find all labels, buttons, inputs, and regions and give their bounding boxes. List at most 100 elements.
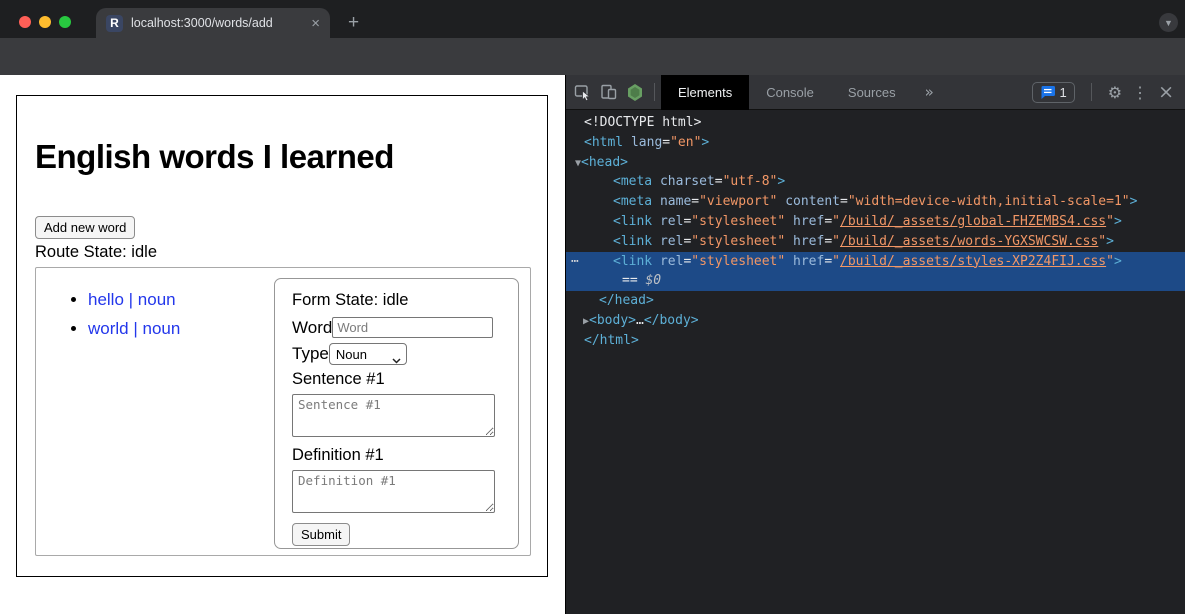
devtools-code-line[interactable]: <link rel="stylesheet" href="/build/_ass… — [566, 232, 1185, 252]
code-token: /build/_assets/styles-XP2Z4FIJ.css — [840, 254, 1106, 269]
new-tab-button[interactable]: + — [348, 12, 359, 34]
devtools-code-line[interactable]: ⋯<link rel="stylesheet" href="/build/_as… — [566, 252, 1185, 272]
inspect-element-icon[interactable] — [570, 79, 596, 105]
code-token: rel — [660, 254, 683, 269]
code-token: <meta — [613, 174, 652, 189]
devtools-code-line[interactable]: </html> — [566, 331, 1185, 351]
code-token: "utf-8" — [723, 174, 778, 189]
code-token: = — [824, 254, 832, 269]
code-token: "viewport" — [699, 194, 777, 209]
add-word-form: Form State: idle Word Type Noun Sentence… — [274, 278, 519, 549]
code-token: <link — [613, 234, 652, 249]
devtools-code-line[interactable]: ▶<body>…</body> — [566, 311, 1185, 331]
code-token: $0 — [645, 273, 661, 288]
devtools-tab-elements[interactable]: Elements — [661, 75, 749, 110]
code-token: lang — [631, 135, 662, 150]
browser-toolbar: ← → ↻ i localhost:3000/words/add ☆ Incog… — [0, 38, 1185, 75]
code-token — [785, 214, 793, 229]
extension-hexagon-icon[interactable] — [622, 79, 648, 105]
devtools-tab-console[interactable]: Console — [749, 75, 831, 110]
macos-close-button[interactable] — [19, 16, 31, 28]
more-tabs-icon[interactable]: » — [913, 83, 946, 101]
submit-button[interactable]: Submit — [292, 523, 350, 546]
word-field-label: Word — [292, 318, 332, 338]
type-field-label: Type — [292, 344, 329, 364]
web-page: English words I learned Add new word Rou… — [0, 75, 565, 614]
code-token: <head> — [581, 155, 628, 170]
issues-chat-icon — [1040, 85, 1055, 99]
code-token: = — [691, 194, 699, 209]
code-token: " — [1106, 214, 1114, 229]
toolbar-divider — [1091, 83, 1092, 101]
code-token — [652, 234, 660, 249]
devtools-code-line[interactable]: ▼<head> — [566, 153, 1185, 173]
code-token: = — [715, 174, 723, 189]
browser-tab-strip: R localhost:3000/words/add × + ▼ — [0, 0, 1185, 38]
code-token: … — [636, 313, 644, 328]
tab-close-icon[interactable]: × — [311, 16, 320, 31]
code-token — [652, 174, 660, 189]
code-token — [623, 135, 631, 150]
code-token: <meta — [613, 194, 652, 209]
code-token: href — [793, 254, 824, 269]
toolbar-divider — [654, 83, 655, 101]
code-token: "width=device-width,initial-scale=1" — [848, 194, 1130, 209]
devtools-settings-icon[interactable]: ⚙ — [1108, 83, 1122, 102]
code-token: charset — [660, 174, 715, 189]
devtools-code-line[interactable]: <!DOCTYPE html> — [566, 113, 1185, 133]
code-token: <link — [613, 254, 652, 269]
devtools-tab-sources[interactable]: Sources — [831, 75, 913, 110]
code-token: </head> — [599, 293, 654, 308]
device-toolbar-icon[interactable] — [596, 79, 622, 105]
devtools-tabs: ElementsConsoleSources — [661, 75, 913, 110]
devtools-code-line[interactable]: <meta name="viewport" content="width=dev… — [566, 192, 1185, 212]
word-link[interactable]: world | noun — [88, 319, 180, 338]
code-token: > — [777, 174, 785, 189]
code-token: = — [824, 234, 832, 249]
code-token — [652, 194, 660, 209]
code-token: == — [622, 273, 645, 288]
code-token — [652, 254, 660, 269]
code-token: " — [1106, 254, 1114, 269]
issues-badge[interactable]: 1 — [1032, 82, 1075, 103]
line-actions-icon[interactable]: ⋯ — [571, 252, 579, 272]
devtools-code-line[interactable]: == $0 — [566, 271, 1185, 291]
code-token: > — [701, 135, 709, 150]
macos-zoom-button[interactable] — [59, 16, 71, 28]
type-select[interactable]: Noun — [329, 343, 407, 365]
code-token: = — [840, 194, 848, 209]
code-token: > — [1114, 254, 1122, 269]
tab-search-button[interactable]: ▼ — [1159, 13, 1178, 32]
code-token — [785, 234, 793, 249]
definition-textarea[interactable] — [292, 470, 495, 513]
devtools-menu-icon[interactable]: ⋮ — [1132, 83, 1148, 102]
route-state-text: Route State: idle — [35, 243, 157, 262]
word-list: hello | noun world | noun — [36, 290, 180, 348]
macos-minimize-button[interactable] — [39, 16, 51, 28]
code-token: content — [785, 194, 840, 209]
devtools-code-line[interactable]: <meta charset="utf-8"> — [566, 172, 1185, 192]
devtools-code-line[interactable]: <link rel="stylesheet" href="/build/_ass… — [566, 212, 1185, 232]
devtools-code-line[interactable]: </head> — [566, 291, 1185, 311]
devtools-code-line[interactable]: <html lang="en"> — [566, 133, 1185, 153]
code-token: " — [1098, 234, 1106, 249]
code-token: = — [662, 135, 670, 150]
word-link[interactable]: hello | noun — [88, 290, 176, 309]
code-token: /build/_assets/global-FHZEMBS4.css — [840, 214, 1106, 229]
devtools-close-icon[interactable]: × — [1158, 81, 1174, 103]
code-token: rel — [660, 234, 683, 249]
code-token: </html> — [584, 333, 639, 348]
code-token: > — [1106, 234, 1114, 249]
issues-count: 1 — [1060, 85, 1067, 100]
code-token: "stylesheet" — [691, 234, 785, 249]
add-new-word-button[interactable]: Add new word — [35, 216, 135, 239]
code-token: <html — [584, 135, 623, 150]
tab-title: localhost:3000/words/add — [131, 16, 291, 30]
code-token: <!DOCTYPE html> — [584, 115, 701, 130]
code-token — [785, 254, 793, 269]
browser-tab[interactable]: R localhost:3000/words/add × — [96, 8, 330, 38]
sentence-field-label: Sentence #1 — [292, 370, 501, 389]
word-input[interactable] — [332, 317, 493, 338]
code-token: = — [824, 214, 832, 229]
sentence-textarea[interactable] — [292, 394, 495, 437]
